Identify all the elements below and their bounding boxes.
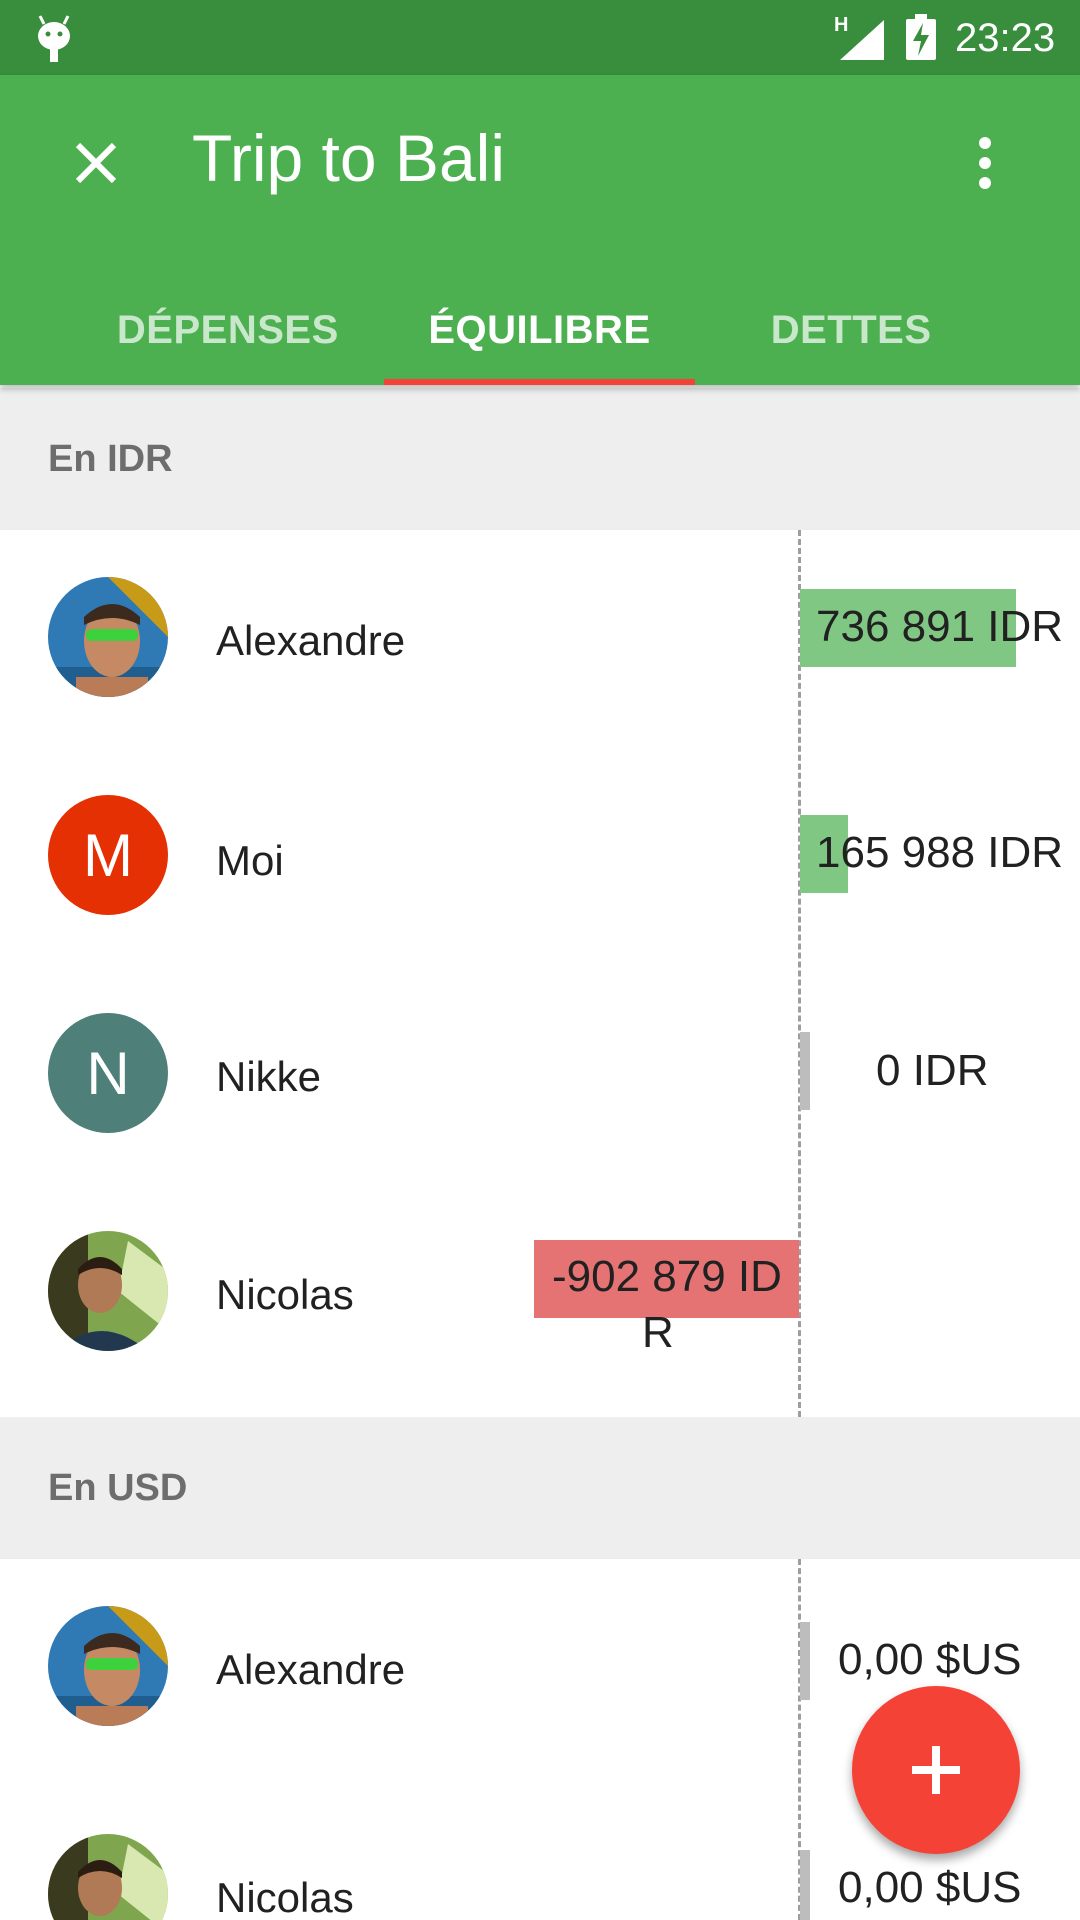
tab-depenses[interactable]: DÉPENSES [72,275,384,385]
balance-amount: 0,00 $US [838,1635,1022,1684]
balance-bar-zero [800,1850,810,1920]
balance-amount: 0,00 $US [838,1863,1022,1912]
member-name: Nikke [216,1053,322,1100]
avatar [48,1834,168,1920]
balance-card-idr: Alexandre 736 891 IDR M Moi 165 988 IDR … [0,530,1080,1417]
tab-equilibre[interactable]: ÉQUILIBRE [383,275,696,385]
avatar [48,577,168,697]
status-bar: H 23:23 [0,0,1080,75]
more-vert-icon [979,137,991,189]
member-name: Moi [216,837,284,884]
avatar-letter: M [83,821,133,889]
plus-icon [912,1746,960,1794]
balance-amount-wrap: R [642,1308,674,1357]
avatar [48,1231,168,1351]
balance-bar-zero [800,1622,810,1700]
balance-row[interactable]: N Nikke 0 IDR [0,966,1080,1184]
tab-dettes[interactable]: DETTES [695,275,1007,385]
balance-row[interactable]: M Moi 165 988 IDR [0,748,1080,966]
app-bar: Trip to Bali DÉPENSES ÉQUILIBRE DETTES [0,75,1080,385]
overflow-menu-button[interactable] [950,123,1020,203]
balance-amount: 0 IDR [876,1046,989,1095]
battery-charging-icon [906,14,936,60]
page-title: Trip to Bali [192,121,505,195]
balance-amount: -902 879 ID [552,1252,782,1301]
balance-amount: 165 988 IDR [816,828,1064,877]
avatar [48,1606,168,1726]
avatar: M [48,795,168,915]
avatar-photo [48,1606,168,1726]
avatar-photo [48,577,168,697]
signal-icon [840,20,884,60]
balance-row[interactable]: Nicolas -902 879 ID R [0,1184,1080,1402]
member-name: Nicolas [216,1271,354,1318]
avatar-letter: N [86,1039,130,1107]
balance-amount: 736 891 IDR [816,602,1064,651]
add-expense-button[interactable] [852,1686,1020,1854]
avatar: N [48,1013,168,1133]
close-button[interactable] [56,123,136,203]
close-icon [75,142,117,184]
avatar-photo [48,1231,168,1351]
avatar-photo [48,1834,168,1920]
android-debug-icon [38,15,70,62]
section-header-usd: En USD [0,1417,1080,1559]
member-name: Alexandre [216,617,406,664]
balance-bar-zero [800,1032,810,1110]
member-name: Alexandre [216,1646,406,1693]
section-header-idr: En IDR [0,388,1080,530]
balance-row[interactable]: Alexandre 736 891 IDR [0,530,1080,748]
status-clock: 23:23 [955,16,1056,60]
tab-bar: DÉPENSES ÉQUILIBRE DETTES [72,275,1007,385]
member-name: Nicolas [216,1874,354,1920]
